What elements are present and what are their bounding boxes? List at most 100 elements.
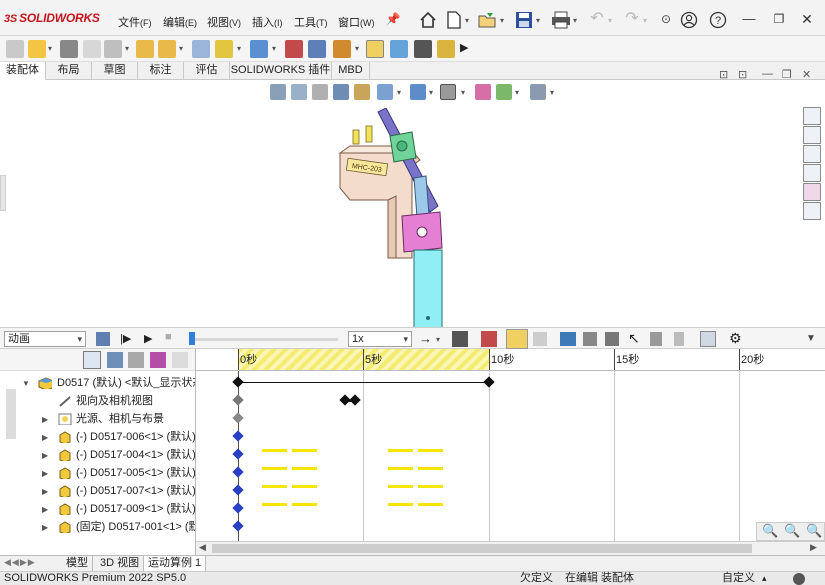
status-options-icon[interactable]	[793, 573, 805, 585]
design-library-icon[interactable]	[803, 126, 821, 144]
tree-item-part[interactable]: ▶ (-) D0517-009<1> (默认)	[0, 500, 195, 518]
custom-properties-icon[interactable]	[803, 202, 821, 220]
save-icon[interactable]	[515, 11, 533, 29]
solidworks-resources-icon[interactable]	[803, 107, 821, 125]
calculate-icon[interactable]	[96, 332, 110, 346]
scroll-right-icon[interactable]: ▶	[810, 542, 817, 553]
orientation-dropdown-icon[interactable]: ▾	[397, 88, 401, 97]
print-dropdown-icon[interactable]: ▾	[573, 16, 577, 25]
close-window-icon[interactable]: ✕	[798, 10, 816, 28]
show-hidden-icon[interactable]	[158, 40, 176, 58]
zoom-to-fit-icon[interactable]	[270, 84, 286, 100]
insert-components-icon[interactable]	[28, 40, 46, 58]
open-folder-icon[interactable]	[478, 11, 498, 29]
play-from-start-icon[interactable]: |▶	[120, 332, 131, 345]
playback-mode-arrow-icon[interactable]: →	[419, 331, 432, 346]
root-end-key[interactable]	[483, 376, 495, 388]
menu-view[interactable]: 视图(V)	[207, 14, 241, 30]
appearances-icon[interactable]	[803, 183, 821, 201]
move-dropdown-icon[interactable]: ▾	[179, 44, 183, 53]
snapshot-camera-icon[interactable]	[414, 40, 432, 58]
large-assembly-icon[interactable]	[390, 40, 408, 58]
pin-icon[interactable]: 📌	[384, 10, 402, 28]
study-type-select[interactable]: 动画 ▾	[4, 331, 86, 347]
damper-icon[interactable]	[605, 332, 619, 346]
stop-icon[interactable]: ■	[165, 331, 172, 343]
tab-sketch[interactable]: 草图	[92, 62, 138, 80]
new-dropdown-icon[interactable]: ▾	[465, 16, 469, 25]
display-dropdown-icon[interactable]: ▾	[429, 88, 433, 97]
toggle-clamp-model[interactable]: MHC-203	[330, 108, 470, 358]
gravity-icon[interactable]	[674, 332, 684, 346]
edit-component-icon[interactable]	[6, 40, 24, 58]
menu-insert[interactable]: 插入(I)	[252, 14, 283, 30]
instant-dropdown-icon[interactable]: ▾	[355, 44, 359, 53]
tab-model[interactable]: 模型	[62, 556, 93, 572]
previous-view-icon[interactable]	[312, 84, 328, 100]
edit-appearance-icon[interactable]	[475, 84, 491, 100]
motion-study-properties-icon[interactable]: ⚙	[729, 330, 742, 347]
display-style-icon[interactable]	[410, 84, 426, 100]
tree-item-camera-views[interactable]: 视向及相机视图	[0, 392, 195, 410]
filter-results-icon[interactable]	[172, 352, 188, 368]
home-icon[interactable]	[419, 11, 437, 29]
assembly-features-icon[interactable]	[192, 40, 210, 58]
new-document-icon[interactable]	[446, 11, 462, 29]
view-settings-icon[interactable]	[530, 84, 546, 100]
reference-geometry-icon[interactable]	[215, 40, 233, 58]
instant3d-icon[interactable]	[333, 40, 351, 58]
contact-icon[interactable]	[650, 332, 662, 346]
motor-icon[interactable]	[560, 332, 576, 346]
menu-file[interactable]: 文件(F)	[118, 14, 152, 30]
tab-motion-study-1[interactable]: 运动算例 1	[144, 556, 207, 572]
zoom-fit-icon[interactable]: 🔍	[806, 523, 822, 539]
pattern-dropdown-icon[interactable]: ▾	[125, 44, 129, 53]
zoom-area-icon[interactable]	[291, 84, 307, 100]
tree-root[interactable]: ▼ D0517 (默认) <默认_显示状态	[0, 374, 195, 392]
exploded-view-icon[interactable]	[308, 40, 326, 58]
filter-driving-icon[interactable]	[128, 352, 144, 368]
lights-start-key[interactable]	[232, 412, 244, 424]
graphics-area[interactable]: MHC-203	[0, 80, 825, 343]
viewport-restore-icon[interactable]: ❐	[782, 68, 792, 81]
menu-edit[interactable]: 编辑(E)	[163, 14, 197, 30]
tree-item-part[interactable]: ▶ (-) D0517-005<1> (默认)	[0, 464, 195, 482]
viewport-prev-icon[interactable]: ⊡	[719, 68, 728, 81]
mate-icon[interactable]	[60, 40, 78, 58]
feature-dropdown-icon[interactable]: ▾	[237, 44, 241, 53]
units-dropdown-icon[interactable]: ▴	[762, 572, 767, 585]
menu-tools[interactable]: 工具(T)	[294, 14, 328, 30]
filter-icon[interactable]	[83, 351, 101, 369]
root-start-key[interactable]	[232, 376, 244, 388]
animation-wizard-icon[interactable]	[481, 331, 497, 347]
results-plots-icon[interactable]	[700, 331, 716, 347]
undo-icon[interactable]: ↶	[588, 10, 606, 28]
insert-dropdown-icon[interactable]: ▾	[48, 44, 52, 53]
toolbar-more-icon[interactable]: ▶	[460, 41, 468, 54]
spring-icon[interactable]	[583, 332, 597, 346]
component-key[interactable]	[232, 502, 244, 514]
tree-item-part[interactable]: ▶ (-) D0517-004<1> (默认)	[0, 446, 195, 464]
zoom-in-icon[interactable]: 🔍	[784, 523, 800, 539]
tree-item-part[interactable]: ▶ (-) D0517-007<1> (默认)	[0, 482, 195, 500]
rebuild-icon[interactable]: ⊙	[657, 10, 675, 28]
dynamic-annotation-icon[interactable]	[354, 84, 370, 100]
camera-start-key[interactable]	[232, 394, 244, 406]
tree-item-part[interactable]: ▶ (-) D0517-006<1> (默认)	[0, 428, 195, 446]
tab-evaluate[interactable]: 评估	[184, 62, 230, 80]
filter-animated-icon[interactable]	[107, 352, 123, 368]
tree-item-part[interactable]: ▶ (固定) D0517-001<1> (默	[0, 518, 195, 536]
section-view-icon[interactable]	[333, 84, 349, 100]
component-key[interactable]	[232, 448, 244, 460]
filter-selected-icon[interactable]	[150, 352, 166, 368]
view-orientation-icon[interactable]	[377, 84, 393, 100]
motion-dropdown-icon[interactable]: ▾	[272, 44, 276, 53]
print-icon[interactable]	[551, 11, 571, 29]
open-dropdown-icon[interactable]: ▾	[500, 16, 504, 25]
linear-pattern-icon[interactable]	[83, 40, 101, 58]
scene-dropdown-icon[interactable]: ▾	[515, 88, 519, 97]
add-key-icon[interactable]	[533, 332, 547, 346]
tab-layout[interactable]: 布局	[46, 62, 92, 80]
viewport-close-icon[interactable]: ✕	[802, 68, 811, 81]
solidworks-logo[interactable]: 3S SOLIDWORKS	[4, 11, 100, 25]
